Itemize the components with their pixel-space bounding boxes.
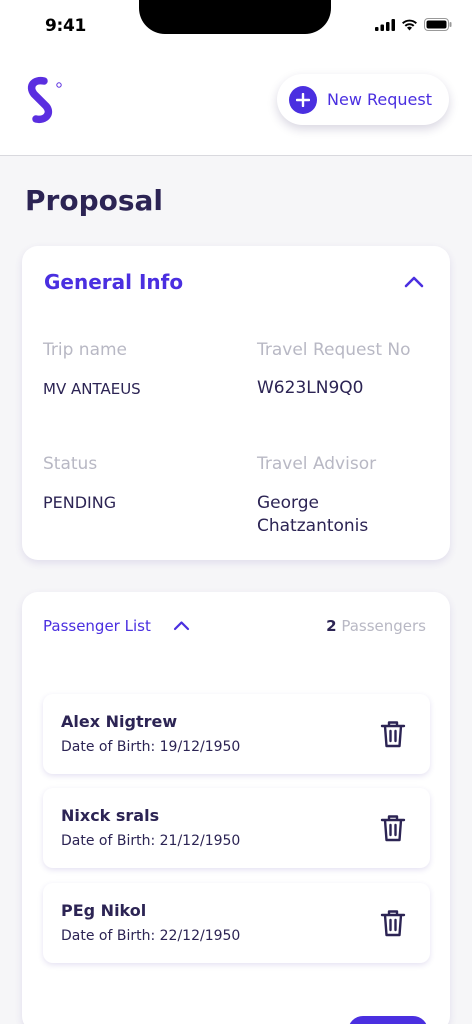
passenger-dob: Date of Birth: 22/12/1950 xyxy=(61,928,241,944)
trip-name-label: Trip name xyxy=(43,340,128,360)
passenger-name: Nixck srals xyxy=(61,806,160,825)
passenger-name: Alex Nigtrew xyxy=(61,712,178,731)
passenger-list-card: Passenger List 2 Passengers Alex Nigtrew… xyxy=(22,592,450,1024)
passenger-list-toggle[interactable]: Passenger List xyxy=(43,617,151,635)
trash-icon[interactable] xyxy=(380,814,406,842)
battery-icon xyxy=(424,18,452,31)
app-header: New Request xyxy=(0,50,472,156)
list-item[interactable]: Nixck srals Date of Birth: 21/12/1950 xyxy=(43,788,430,868)
wifi-icon xyxy=(402,19,417,30)
trash-icon[interactable] xyxy=(380,720,406,748)
travel-advisor-label: Travel Advisor xyxy=(257,454,377,474)
passenger-dob: Date of Birth: 19/12/1950 xyxy=(61,739,241,755)
list-item[interactable]: PEg Nikol Date of Birth: 22/12/1950 xyxy=(43,883,430,963)
signal-icon xyxy=(375,18,395,31)
travel-advisor-value-line2: Chatzantonis xyxy=(257,516,369,536)
chevron-up-icon[interactable] xyxy=(173,620,190,631)
status-bar: 9:41 xyxy=(0,0,472,50)
passenger-count: 2 Passengers xyxy=(326,617,426,635)
general-info-heading: General Info xyxy=(44,270,184,294)
passenger-count-number: 2 xyxy=(326,617,337,635)
chevron-up-icon[interactable] xyxy=(404,276,424,288)
passenger-name: PEg Nikol xyxy=(61,901,147,920)
status-time: 9:41 xyxy=(45,16,87,36)
logo-icon[interactable] xyxy=(20,76,66,126)
general-info-card: General Info Trip name MV ANTAEUS Travel… xyxy=(22,246,450,560)
passenger-dob: Date of Birth: 21/12/1950 xyxy=(61,833,241,849)
plus-icon xyxy=(289,85,317,114)
list-item[interactable]: Alex Nigtrew Date of Birth: 19/12/1950 xyxy=(43,694,430,774)
page-title: Proposal xyxy=(25,184,164,217)
status-icons xyxy=(375,18,452,31)
status-value: PENDING xyxy=(43,493,117,512)
bottom-action-button[interactable] xyxy=(348,1016,428,1024)
passenger-count-suffix: Passengers xyxy=(341,617,426,635)
status-label: Status xyxy=(43,454,98,474)
new-request-button[interactable]: New Request xyxy=(277,74,449,125)
travel-request-no-value: W623LN9Q0 xyxy=(257,378,364,398)
trash-icon[interactable] xyxy=(380,909,406,937)
travel-advisor-value-line1: George xyxy=(257,493,319,513)
travel-request-no-label: Travel Request No xyxy=(257,340,411,360)
trip-name-value: MV ANTAEUS xyxy=(43,380,141,398)
device-notch xyxy=(139,0,331,34)
new-request-label: New Request xyxy=(327,90,432,109)
